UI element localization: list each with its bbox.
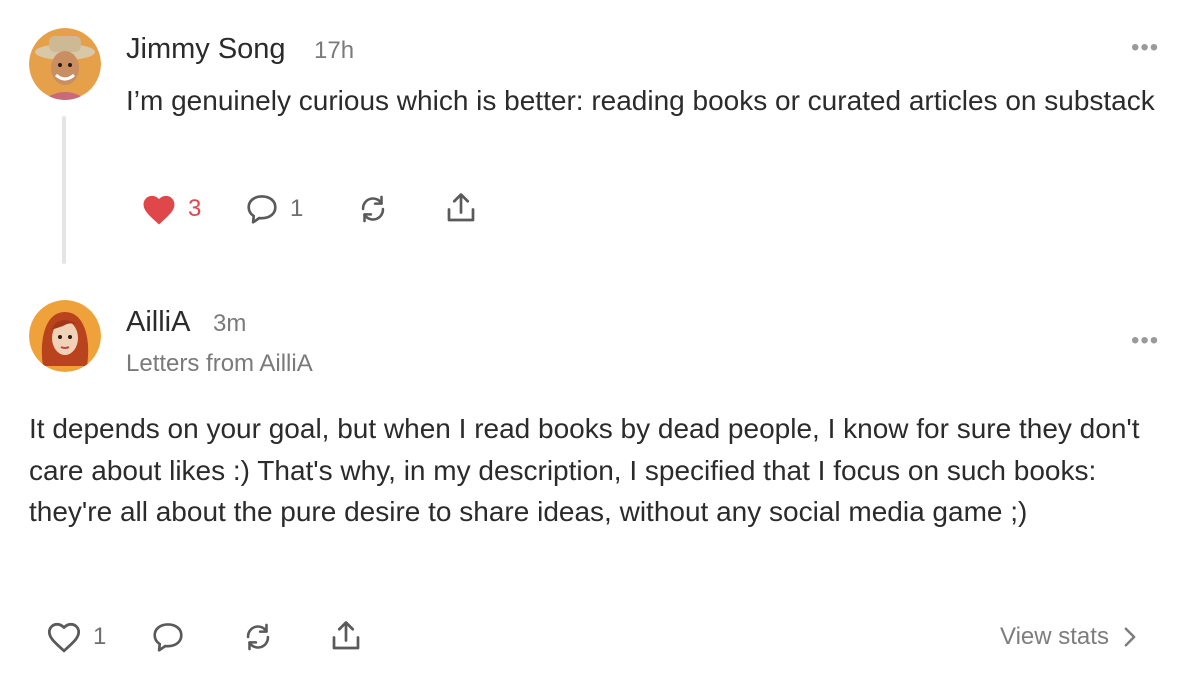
like-count: 3 (188, 195, 202, 222)
avatar-aillia[interactable] (29, 300, 101, 372)
post-timestamp: 3m (213, 310, 247, 337)
author-name[interactable]: AilliA (126, 306, 190, 339)
author-name[interactable]: Jimmy Song (126, 33, 286, 66)
view-stats-label: View stats (1000, 623, 1109, 650)
avatar-jimmy-song[interactable] (29, 28, 101, 100)
more-options-button[interactable]: ••• (1131, 329, 1159, 353)
post-text: It depends on your goal, but when I read… (29, 413, 1140, 527)
comment-icon (244, 192, 280, 226)
restack-icon[interactable] (355, 192, 391, 231)
post-timestamp: 17h (314, 37, 355, 64)
more-options-button[interactable]: ••• (1131, 36, 1159, 60)
comment-icon[interactable] (150, 620, 186, 659)
heart-outline-icon (45, 620, 83, 654)
comment-count: 1 (290, 195, 304, 222)
comment-button[interactable]: 1 (244, 192, 303, 226)
share-icon[interactable] (328, 618, 364, 659)
publication-name[interactable]: Letters from AilliA (126, 350, 313, 378)
chevron-right-icon (1123, 626, 1137, 648)
post-text: I’m genuinely curious which is better: r… (126, 85, 1155, 116)
heart-filled-icon (140, 192, 178, 226)
share-icon[interactable] (443, 190, 479, 231)
like-count: 1 (93, 623, 107, 650)
like-button[interactable]: 1 (45, 620, 106, 654)
view-stats-link[interactable]: View stats (1000, 623, 1137, 651)
like-button[interactable]: 3 (140, 192, 201, 226)
restack-icon[interactable] (240, 620, 276, 659)
thread-line (62, 116, 66, 264)
